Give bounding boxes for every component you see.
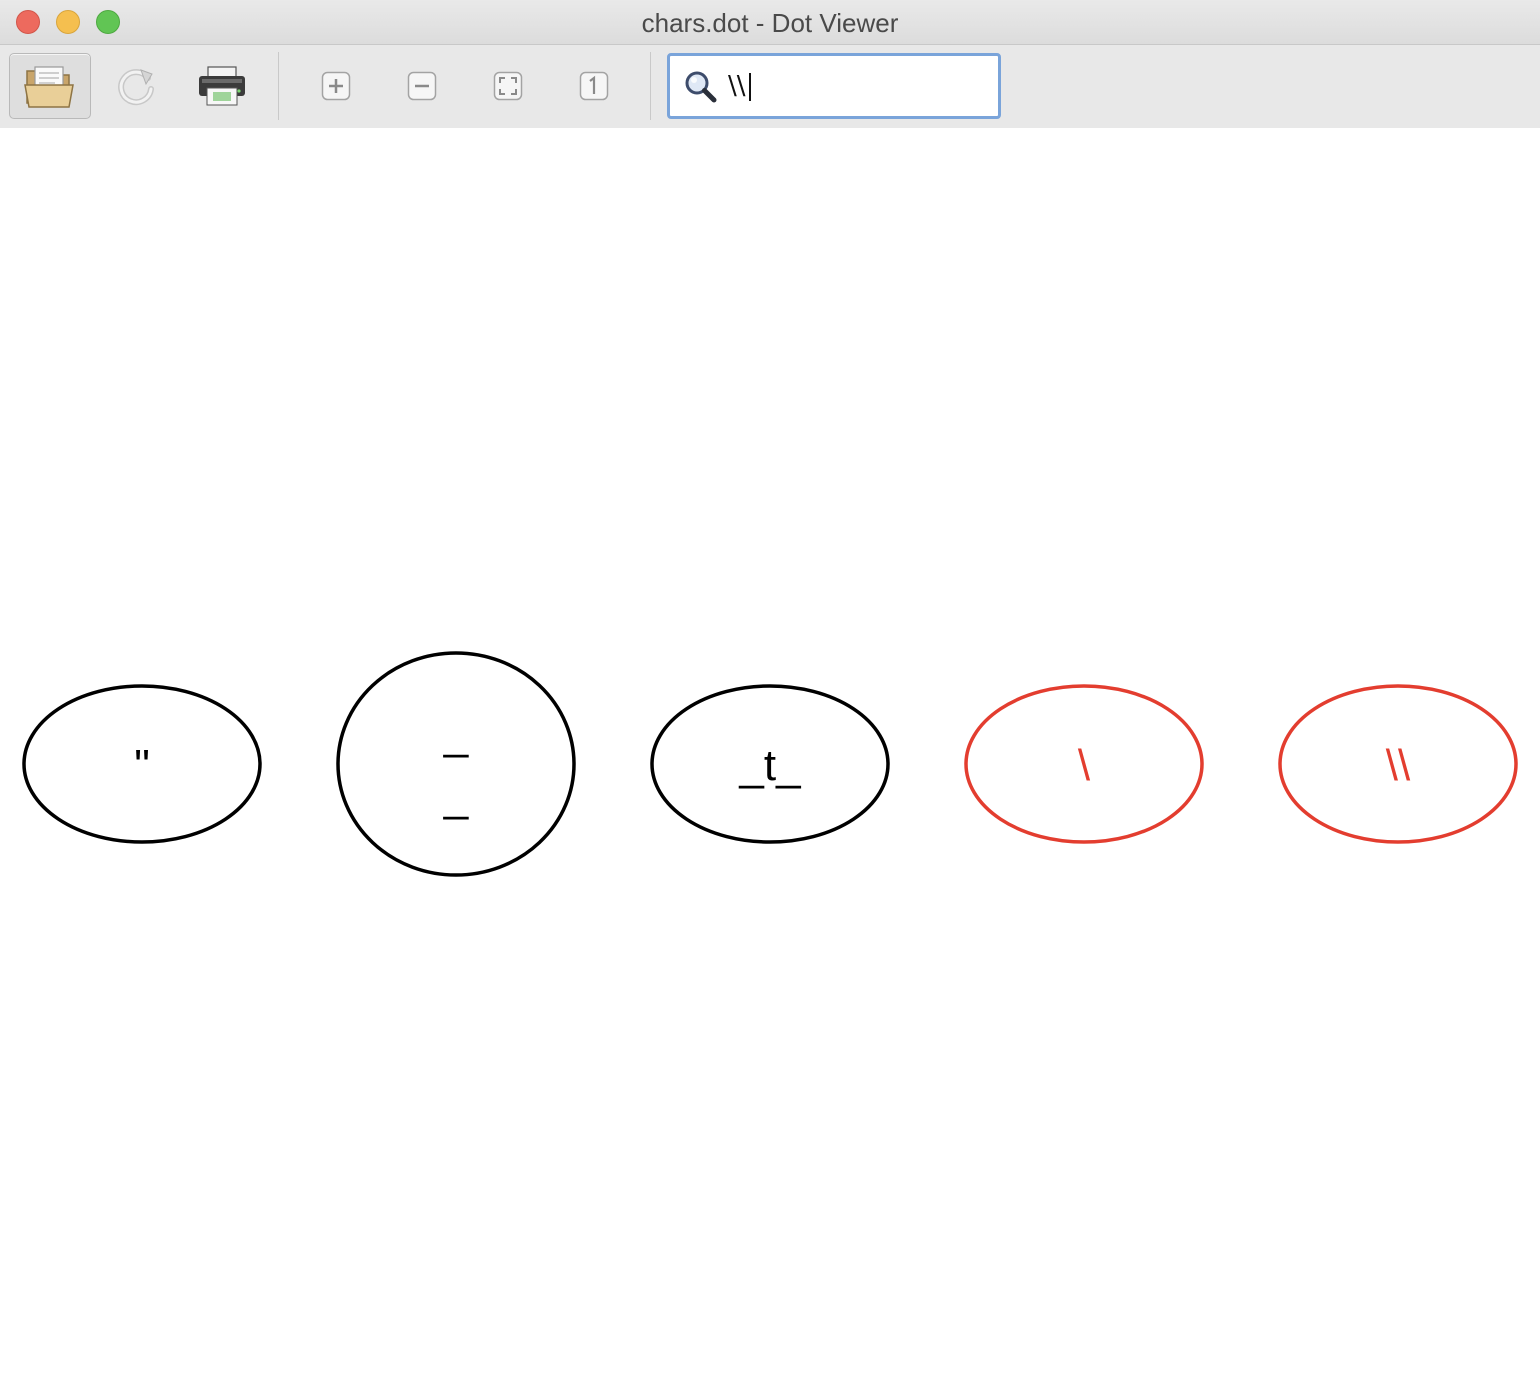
graph-node[interactable]: \ <box>964 684 1204 844</box>
graph-node-shape[interactable] <box>336 651 576 877</box>
toolbar: \\ <box>0 45 1540 128</box>
reload-button[interactable] <box>95 53 177 119</box>
zoom-fit-icon <box>493 71 523 101</box>
folder-open-icon <box>24 66 74 108</box>
open-button[interactable] <box>9 53 91 119</box>
graph-canvas[interactable]: " _ _ _t_ \ \\ <box>0 128 1540 1400</box>
toolbar-separator <box>650 52 651 120</box>
toolbar-separator <box>278 52 279 120</box>
print-button[interactable] <box>181 53 263 119</box>
zoom-out-button[interactable] <box>381 53 463 119</box>
zoom-out-icon <box>407 71 437 101</box>
graph-node-label: \\ <box>1386 741 1411 790</box>
printer-icon <box>199 66 245 106</box>
window-title: chars.dot - Dot Viewer <box>641 8 899 38</box>
zoom-100-button[interactable] <box>553 53 635 119</box>
title-bar[interactable]: chars.dot - Dot Viewer <box>0 0 1540 45</box>
graph-node-label: _t_ <box>738 741 801 790</box>
zoom-in-button[interactable] <box>295 53 377 119</box>
graph-node[interactable]: __ <box>336 651 576 877</box>
graph-node[interactable]: _t_ <box>650 684 890 844</box>
magnifier-icon <box>685 71 717 103</box>
graph-node-label: " <box>134 741 150 790</box>
text-caret <box>749 73 751 101</box>
search-input[interactable]: \\ <box>728 70 746 102</box>
zoom-actual-size-icon <box>579 71 609 101</box>
graph-node[interactable]: " <box>22 684 262 844</box>
graph-node-label: \ <box>1078 741 1091 790</box>
graph-svg: "___t_ \ \\ <box>22 651 1518 877</box>
search-field[interactable]: \\ <box>667 53 1001 119</box>
graph-node-label: _ <box>443 772 469 821</box>
zoom-in-icon <box>321 71 351 101</box>
zoom-fit-button[interactable] <box>467 53 549 119</box>
reload-icon <box>118 69 154 106</box>
graph-node[interactable]: \\ <box>1278 684 1518 844</box>
graph-node-label: _ <box>443 710 469 759</box>
dot-viewer-window: chars.dot - Dot Viewer \\ " _ _ _t_ \ \\ <box>0 0 1540 1400</box>
